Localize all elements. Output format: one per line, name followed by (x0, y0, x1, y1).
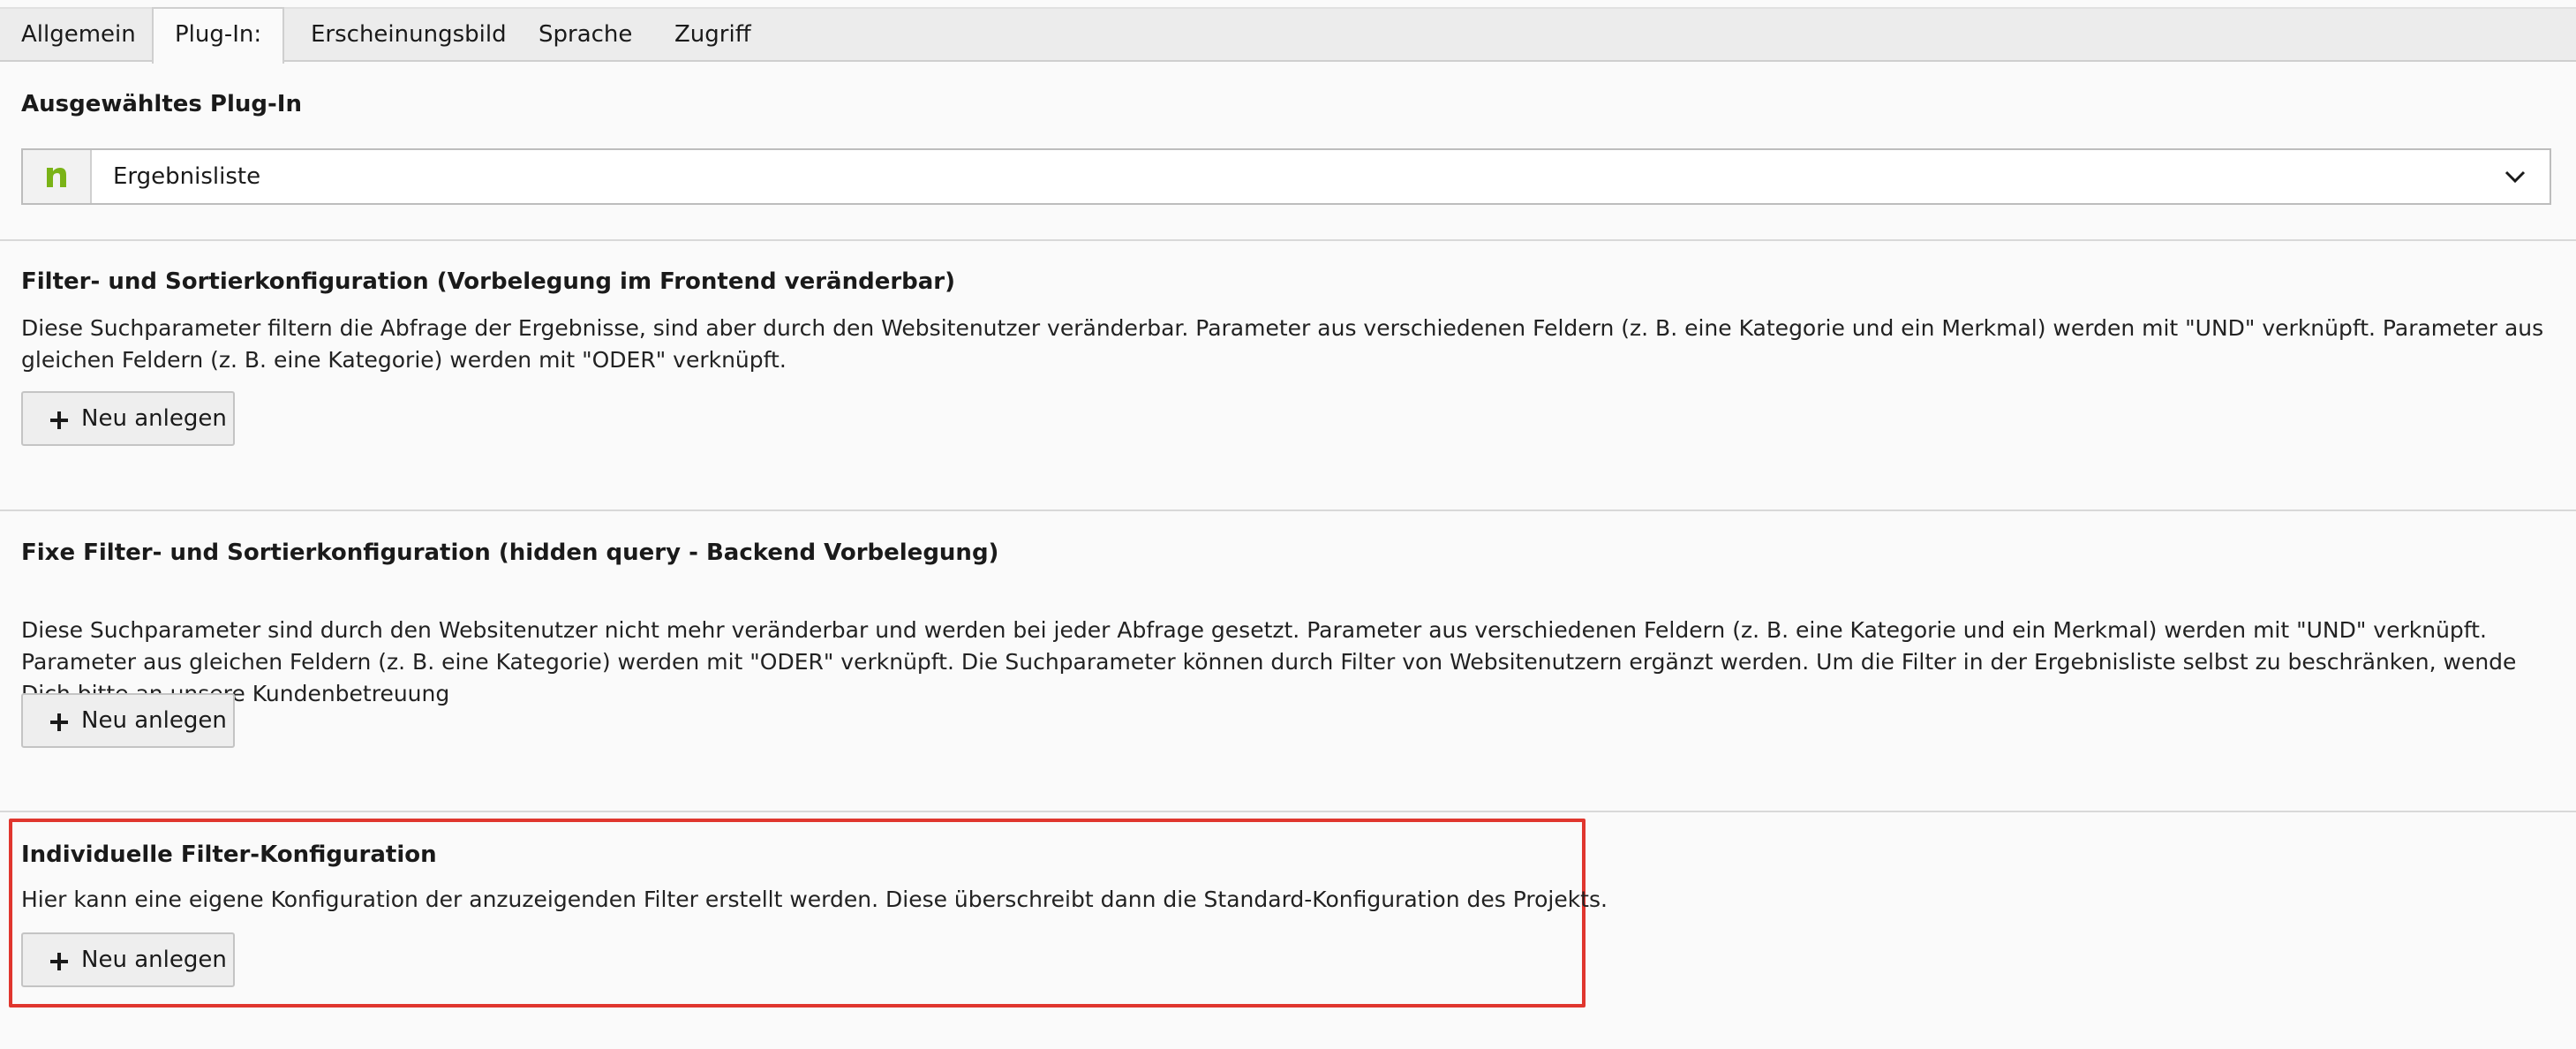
filter-config-new-button[interactable]: Neu anlegen (21, 391, 235, 446)
chevron-down-icon (2504, 170, 2526, 184)
filter-config-description: Diese Suchparameter filtern die Abfrage … (21, 315, 2544, 373)
section-divider (0, 811, 2576, 812)
plugin-logo-box (23, 150, 92, 203)
tab-sprache[interactable]: Sprache (517, 9, 653, 62)
filter-config-heading: Filter- und Sortierkonfiguration (Vorbel… (21, 268, 956, 295)
tab-bar: Allgemein Plug-In: Erscheinungsbild Spra… (0, 7, 2576, 64)
button-label: Neu anlegen (81, 947, 227, 973)
plugin-heading: Ausgewähltes Plug-In (21, 91, 302, 117)
fixed-filter-config-description: Diese Suchparameter sind durch den Websi… (21, 617, 2517, 706)
tab-allgemein[interactable]: Allgemein (0, 9, 157, 62)
tab-zugriff[interactable]: Zugriff (653, 9, 772, 62)
plus-icon (50, 411, 68, 429)
button-label: Neu anlegen (81, 405, 227, 432)
section-divider (0, 239, 2576, 241)
plugin-select[interactable]: Ergebnisliste (21, 148, 2551, 205)
plugin-logo-icon (47, 168, 66, 187)
individual-filter-config-description: Hier kann eine eigene Konfiguration der … (21, 887, 1608, 912)
individual-filter-config-heading: Individuelle Filter-Konfiguration (21, 841, 437, 868)
tab-erscheinungsbild[interactable]: Erscheinungsbild (290, 9, 528, 62)
section-divider (0, 509, 2576, 511)
fixed-filter-config-new-button[interactable]: Neu anlegen (21, 693, 235, 748)
plus-icon (50, 953, 68, 970)
tab-plugin[interactable]: Plug-In: (152, 7, 285, 64)
plugin-select-value: Ergebnisliste (113, 163, 261, 190)
individual-filter-config-new-button[interactable]: Neu anlegen (21, 932, 235, 987)
plus-icon (50, 713, 68, 731)
fixed-filter-config-heading: Fixe Filter- und Sortierkonfiguration (h… (21, 540, 999, 566)
button-label: Neu anlegen (81, 707, 227, 734)
